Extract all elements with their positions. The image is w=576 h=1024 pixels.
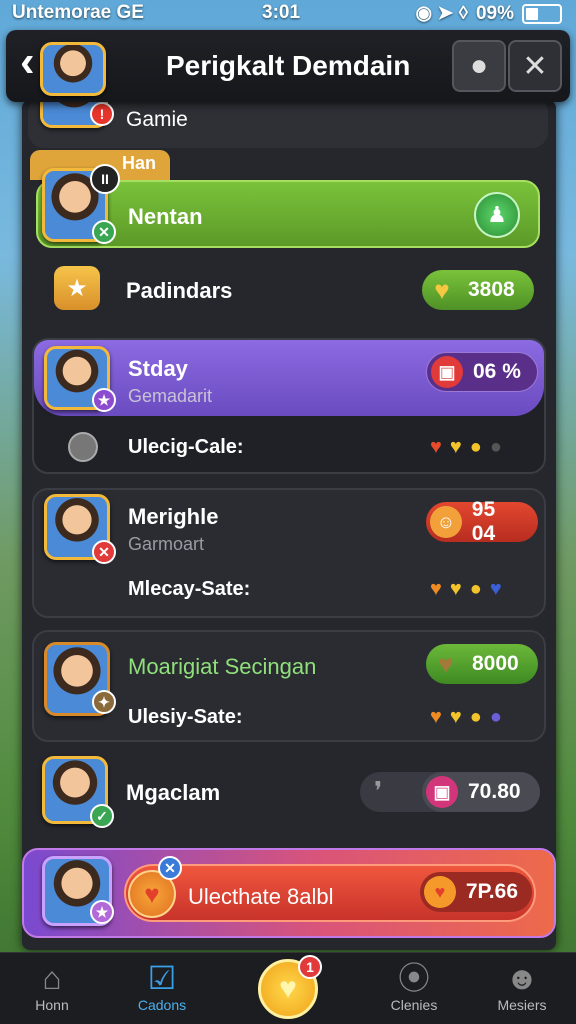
nav-label: Clenies	[390, 997, 438, 1013]
heart-icon: ♥	[449, 436, 462, 458]
cross-badge-icon: ✕	[92, 540, 116, 564]
detail-label: Mlecay-Sate:	[128, 578, 251, 600]
heart-icon: ♥	[489, 578, 502, 600]
gear-badge-icon: ✦	[92, 690, 116, 714]
heart-icon: ♥	[449, 706, 462, 728]
status-right: ◉ ➤ ◊ 09%	[416, 2, 562, 25]
drop-icon: ●	[489, 706, 502, 728]
drop-icon: ●	[469, 578, 482, 600]
drop-icon: ●	[469, 706, 482, 728]
game-row[interactable]: ! Gamie	[28, 56, 548, 148]
pill-value: 7P.66	[465, 880, 518, 903]
row-label: Merighle	[128, 504, 219, 529]
nav-mesiers[interactable]: ☻ Mesiers	[472, 959, 572, 1013]
user-icon: ●	[469, 49, 489, 82]
list-item-mgaclam[interactable]: ✓ Mgaclam ❜ ▣ 70.80	[32, 752, 546, 832]
header-bar: ‹ Perigkalt Demdain ● ✕	[6, 30, 570, 102]
action-button[interactable]: ♟	[474, 192, 520, 238]
list-item-merighle[interactable]: ✕ Merighle Garmoart ☺ 95 04 Mlecay-Sate:…	[32, 488, 546, 618]
pill-value: 95 04	[471, 498, 496, 545]
search-icon: ⦿	[397, 960, 430, 996]
row-sublabel: Gemadarit	[128, 386, 213, 406]
row-label: Ulecthate 8albl	[188, 884, 334, 909]
nav-label: Cadons	[137, 997, 187, 1013]
row-label: Nentan	[128, 204, 203, 229]
home-icon: ⌂	[42, 960, 62, 996]
nav-label: Mesiers	[497, 997, 547, 1013]
pill-value: 3808	[468, 278, 515, 301]
plus-badge-icon: ✕	[158, 856, 182, 880]
list-item-stday[interactable]: ★ Stday Gemadarit ▣ 06 % Ulecig-Cale: ♥ …	[32, 338, 546, 474]
profile-icon: ☻	[505, 960, 539, 996]
star-badge-icon: ★	[92, 388, 116, 412]
clock-icon	[68, 432, 98, 462]
status-bar: Untemorae GE 3:01 ◉ ➤ ◊ 09%	[0, 0, 576, 28]
envelope-star-icon: ★	[54, 266, 100, 310]
value-pill: ☺ 95 04	[426, 498, 538, 545]
box-icon: ▣	[426, 776, 458, 808]
nav-cadons[interactable]: ☑ Cadons	[112, 959, 212, 1013]
drop-icon: ●	[469, 436, 482, 458]
header-avatar	[40, 42, 106, 96]
drop-icon: ●	[489, 436, 502, 458]
row-label: Gamie	[126, 108, 188, 131]
carrier-label: Untemorae GE	[12, 2, 144, 23]
detail-label: Ulesiy-Sate:	[128, 706, 243, 728]
nav-clenies[interactable]: ⦿ Clenies	[364, 959, 464, 1013]
pill-value: 70.80	[468, 780, 521, 803]
pill-value: 06 %	[473, 360, 521, 383]
list-item-padindars[interactable]: ★ Padindars ♥ 3808	[36, 258, 540, 322]
tab-label: Han	[122, 153, 157, 173]
hearts-rating: ♥ ♥ ● ●	[430, 436, 502, 459]
heart-icon: ♥	[430, 578, 442, 600]
box-icon: ▣	[431, 356, 463, 388]
bottom-nav: ⌂ Honn ☑ Cadons ♥ 1 ⦿ Clenies ☻ Mesiers	[0, 952, 576, 1024]
hearts-rating: ♥ ♥ ● ●	[430, 706, 502, 729]
value-pill: ▣ 06 %	[426, 352, 538, 392]
battery-percent: 09%	[475, 2, 514, 24]
avatar-icon: ☺	[430, 506, 462, 538]
row-label: Stday	[128, 356, 188, 381]
heart-icon: ♥	[434, 274, 450, 305]
nav-label: Honn	[35, 997, 69, 1013]
signal-icon: ◉ ➤ ◊	[415, 3, 468, 24]
list-item-ulecthate[interactable]: ★ ♥ ✕ Ulecthate 8albl ♥ 7P.66	[22, 848, 556, 938]
close-icon: ✕	[522, 49, 548, 83]
pill-value: 8000	[472, 652, 519, 675]
heart-icon: ♥	[430, 436, 442, 458]
heart-coin-icon: ♥	[279, 972, 297, 1005]
pause-badge-icon: II	[90, 164, 120, 194]
alert-badge-icon: !	[90, 102, 114, 126]
star-badge-icon: ★	[90, 900, 114, 924]
clock: 3:01	[262, 2, 301, 23]
heart-icon: ♥	[424, 876, 456, 908]
profile-button[interactable]: ●	[452, 40, 506, 92]
value-pill: ♥ 8000	[426, 644, 538, 684]
hearts-rating: ♥ ♥ ● ♥	[430, 578, 502, 601]
value-pill: ♥ 7P.66	[420, 872, 532, 912]
close-button[interactable]: ✕	[508, 40, 562, 92]
value-pill: ▣ 70.80	[422, 772, 540, 812]
row-sublabel: Garmoart	[128, 534, 205, 554]
check-badge-icon: ✓	[90, 804, 114, 828]
tool-badge-icon: ✕	[92, 220, 116, 244]
row-label: Moarigiat Secingan	[128, 654, 317, 679]
row-label: Mgaclam	[126, 780, 221, 805]
nav-home[interactable]: ⌂ Honn	[2, 959, 102, 1013]
list-item-nentan[interactable]: ✕ II Nentan ♟	[36, 164, 540, 248]
check-icon: ☑	[147, 960, 177, 996]
value-pill: ♥ 3808	[422, 270, 534, 310]
detail-label: Ulecig-Cale:	[128, 436, 244, 458]
battery-icon	[522, 3, 562, 24]
list-item-moarigiat[interactable]: ✦ Moarigiat Secingan ♥ 8000 Ulesiy-Sate:…	[32, 630, 546, 742]
notification-badge: 1	[298, 955, 322, 979]
person-icon: ♟	[487, 202, 507, 227]
row-label: Padindars	[126, 278, 233, 303]
heart-icon: ♥	[438, 648, 454, 679]
drop-icon: ❜	[374, 776, 383, 806]
heart-icon: ♥	[430, 706, 442, 728]
heart-icon: ♥	[449, 578, 462, 600]
page-title: Perigkalt Demdain	[166, 50, 411, 81]
